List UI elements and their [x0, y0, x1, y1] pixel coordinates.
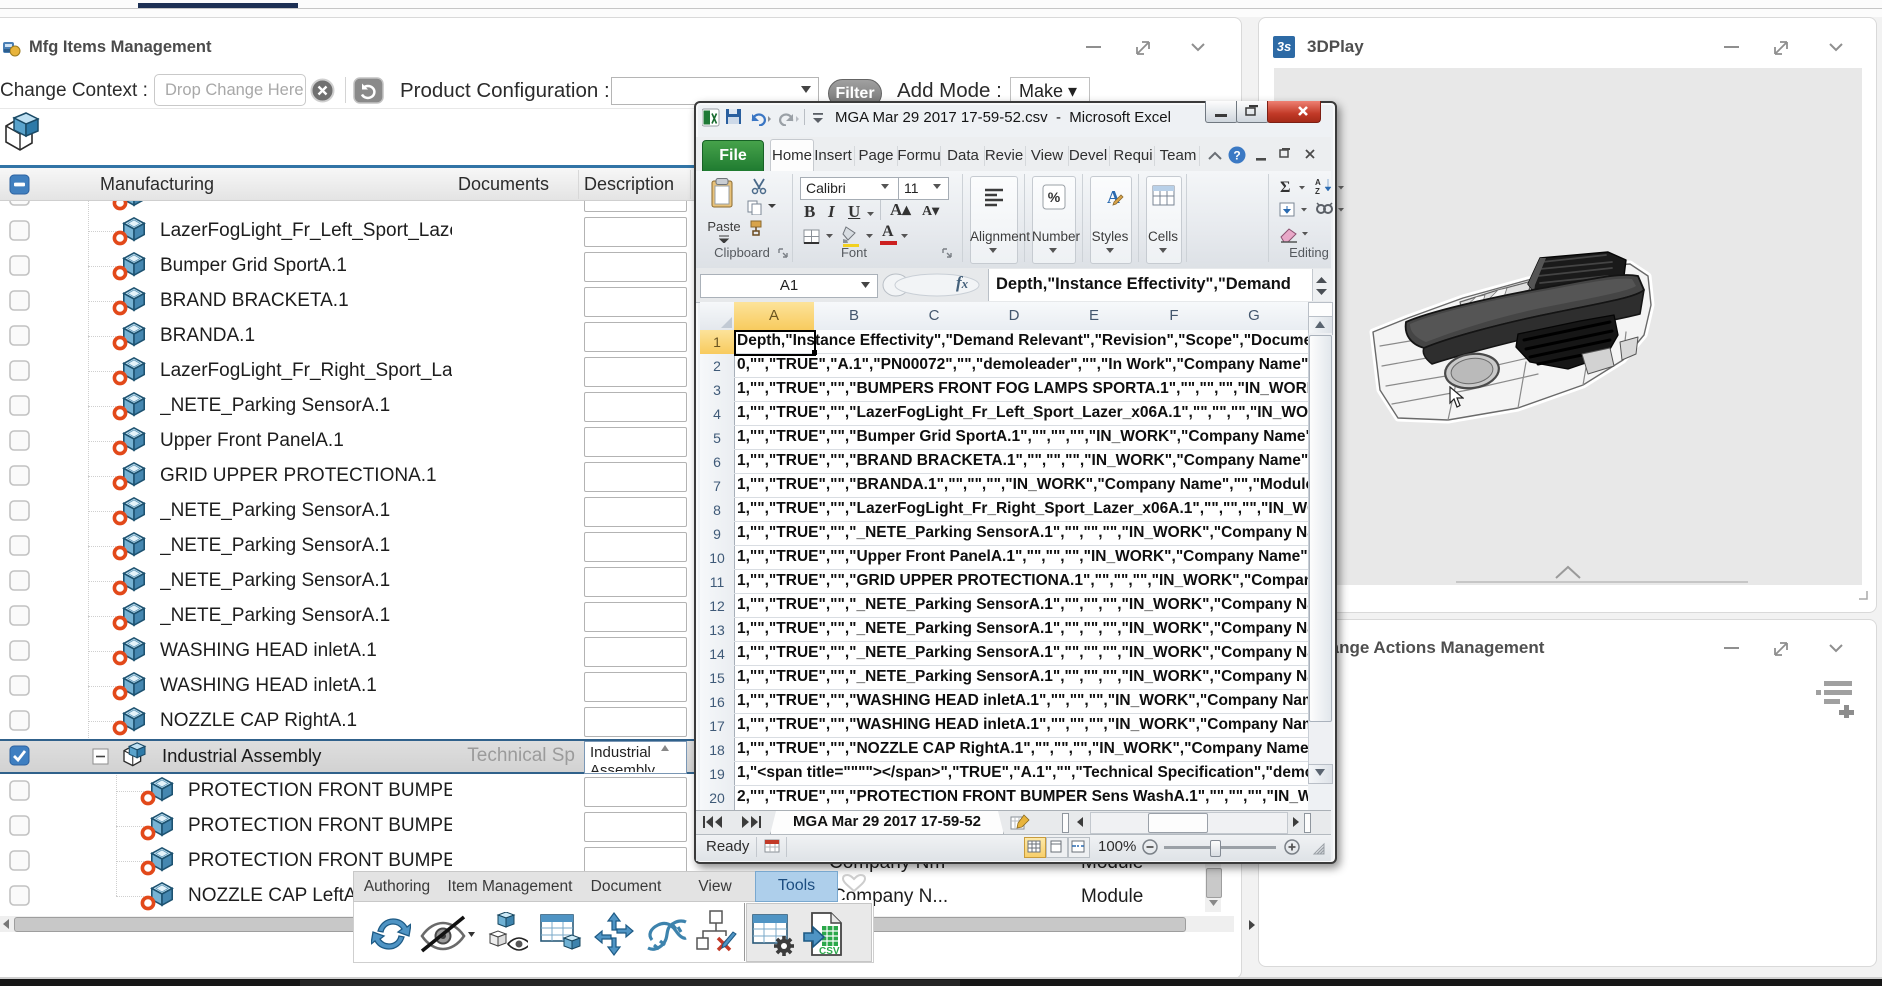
svg-text:%: % — [1048, 189, 1061, 205]
svg-text:A: A — [1315, 178, 1321, 187]
svg-text:Z: Z — [1315, 187, 1320, 195]
svg-text:CSV: CSV — [819, 946, 840, 956]
svg-text:?: ? — [1233, 149, 1240, 163]
